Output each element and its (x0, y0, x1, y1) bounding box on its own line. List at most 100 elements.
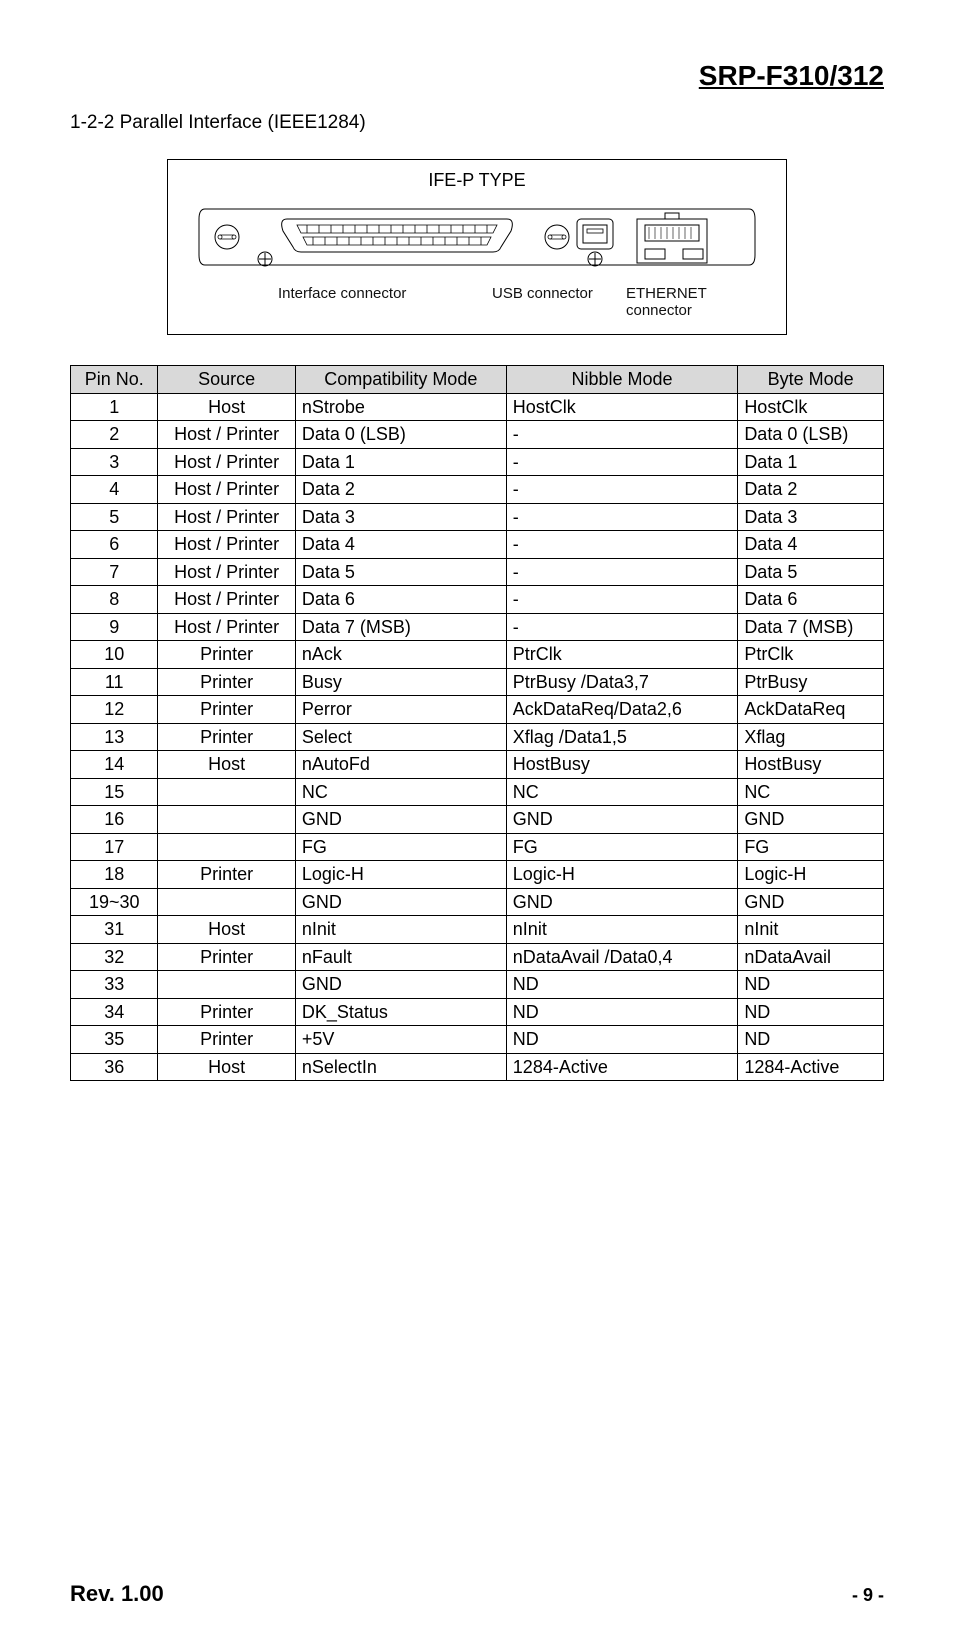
cell-nibble: - (506, 558, 738, 586)
col-byte: Byte Mode (738, 366, 884, 394)
cell-nibble: - (506, 613, 738, 641)
table-header-row: Pin No. Source Compatibility Mode Nibble… (71, 366, 884, 394)
table-row: 34PrinterDK_StatusNDND (71, 998, 884, 1026)
cell-byte: ND (738, 998, 884, 1026)
cell-pin: 8 (71, 586, 158, 614)
pin-table: Pin No. Source Compatibility Mode Nibble… (70, 365, 884, 1081)
cell-pin: 18 (71, 861, 158, 889)
interface-connector-label: Interface connector (278, 285, 478, 319)
cell-compatibility: Logic-H (295, 861, 506, 889)
cell-compatibility: Data 6 (295, 586, 506, 614)
table-row: 15NCNCNC (71, 778, 884, 806)
cell-source: Printer (158, 723, 295, 751)
cell-nibble: NC (506, 778, 738, 806)
connector-illustration (197, 197, 757, 277)
col-pin-no: Pin No. (71, 366, 158, 394)
cell-pin: 34 (71, 998, 158, 1026)
table-row: 11PrinterBusyPtrBusy /Data3,7PtrBusy (71, 668, 884, 696)
cell-nibble: - (506, 476, 738, 504)
diagram-labels-row: Interface connector USB connector ETHERN… (188, 285, 766, 319)
cell-source (158, 778, 295, 806)
cell-byte: FG (738, 833, 884, 861)
cell-nibble: - (506, 421, 738, 449)
section-heading: 1-2-2 Parallel Interface (IEEE1284) (70, 112, 884, 134)
table-row: 7Host / PrinterData 5-Data 5 (71, 558, 884, 586)
cell-byte: Data 1 (738, 448, 884, 476)
table-row: 33GNDNDND (71, 971, 884, 999)
cell-pin: 13 (71, 723, 158, 751)
cell-pin: 33 (71, 971, 158, 999)
cell-pin: 12 (71, 696, 158, 724)
ethernet-connector-label: ETHERNET connector (626, 285, 766, 319)
cell-source: Printer (158, 668, 295, 696)
cell-nibble: PtrClk (506, 641, 738, 669)
cell-source (158, 971, 295, 999)
cell-pin: 17 (71, 833, 158, 861)
cell-source: Host / Printer (158, 476, 295, 504)
cell-source: Host (158, 393, 295, 421)
cell-nibble: GND (506, 806, 738, 834)
cell-compatibility: nInit (295, 916, 506, 944)
cell-compatibility: nFault (295, 943, 506, 971)
table-row: 35Printer+5VNDND (71, 1026, 884, 1054)
cell-compatibility: NC (295, 778, 506, 806)
cell-source: Host / Printer (158, 613, 295, 641)
cell-compatibility: Data 2 (295, 476, 506, 504)
cell-source: Host / Printer (158, 421, 295, 449)
cell-source: Printer (158, 943, 295, 971)
cell-nibble: ND (506, 998, 738, 1026)
cell-pin: 15 (71, 778, 158, 806)
cell-nibble: - (506, 531, 738, 559)
cell-nibble: ND (506, 971, 738, 999)
cell-byte: Data 5 (738, 558, 884, 586)
cell-byte: Data 7 (MSB) (738, 613, 884, 641)
page-footer: Rev. 1.00 - 9 - (70, 1581, 884, 1607)
cell-compatibility: Data 1 (295, 448, 506, 476)
table-row: 10PrinternAckPtrClkPtrClk (71, 641, 884, 669)
connector-diagram: IFE-P TYPE (167, 159, 787, 335)
cell-source (158, 806, 295, 834)
table-row: 2Host / PrinterData 0 (LSB)-Data 0 (LSB) (71, 421, 884, 449)
cell-byte: NC (738, 778, 884, 806)
cell-byte: HostBusy (738, 751, 884, 779)
revision-label: Rev. 1.00 (70, 1581, 164, 1607)
cell-nibble: nDataAvail /Data0,4 (506, 943, 738, 971)
cell-byte: Data 6 (738, 586, 884, 614)
cell-pin: 31 (71, 916, 158, 944)
cell-byte: nInit (738, 916, 884, 944)
cell-byte: Data 2 (738, 476, 884, 504)
cell-nibble: Logic-H (506, 861, 738, 889)
cell-byte: PtrClk (738, 641, 884, 669)
table-row: 3Host / PrinterData 1-Data 1 (71, 448, 884, 476)
table-row: 32PrinternFaultnDataAvail /Data0,4nDataA… (71, 943, 884, 971)
table-row: 31HostnInitnInitnInit (71, 916, 884, 944)
cell-nibble: ND (506, 1026, 738, 1054)
cell-source: Printer (158, 641, 295, 669)
cell-source: Host / Printer (158, 531, 295, 559)
cell-compatibility: Busy (295, 668, 506, 696)
cell-source: Host / Printer (158, 558, 295, 586)
cell-source: Printer (158, 861, 295, 889)
cell-compatibility: Data 4 (295, 531, 506, 559)
table-row: 4Host / PrinterData 2-Data 2 (71, 476, 884, 504)
table-row: 19~30GNDGNDGND (71, 888, 884, 916)
cell-byte: Logic-H (738, 861, 884, 889)
cell-pin: 32 (71, 943, 158, 971)
cell-source: Printer (158, 998, 295, 1026)
table-row: 14HostnAutoFdHostBusyHostBusy (71, 751, 884, 779)
table-row: 36HostnSelectIn1284-Active1284-Active (71, 1053, 884, 1081)
cell-nibble: PtrBusy /Data3,7 (506, 668, 738, 696)
table-row: 16GNDGNDGND (71, 806, 884, 834)
cell-pin: 36 (71, 1053, 158, 1081)
cell-compatibility: DK_Status (295, 998, 506, 1026)
table-row: 9Host / PrinterData 7 (MSB)-Data 7 (MSB) (71, 613, 884, 641)
cell-compatibility: Select (295, 723, 506, 751)
cell-nibble: Xflag /Data1,5 (506, 723, 738, 751)
table-row: 5Host / PrinterData 3-Data 3 (71, 503, 884, 531)
cell-byte: Data 4 (738, 531, 884, 559)
cell-pin: 5 (71, 503, 158, 531)
cell-compatibility: Data 7 (MSB) (295, 613, 506, 641)
cell-nibble: 1284-Active (506, 1053, 738, 1081)
cell-pin: 10 (71, 641, 158, 669)
table-row: 8Host / PrinterData 6-Data 6 (71, 586, 884, 614)
